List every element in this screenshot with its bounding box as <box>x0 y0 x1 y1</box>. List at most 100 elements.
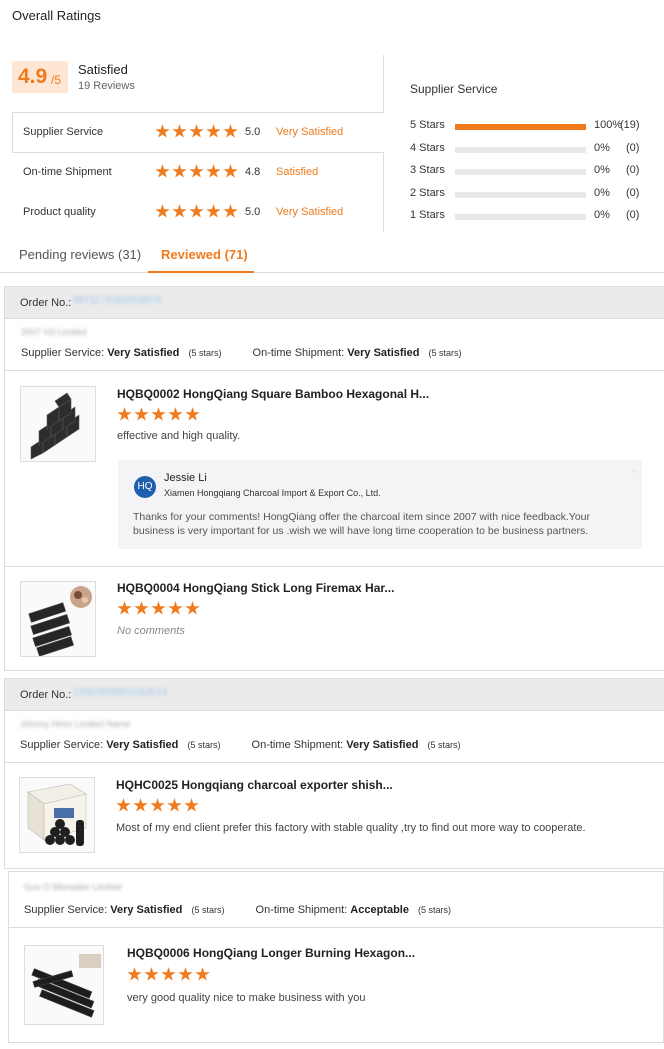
overall-score: 4.9 <box>18 65 48 88</box>
star-icon <box>133 798 148 812</box>
order-service-summary: Supplier Service: Very Satisfied (5 star… <box>24 904 451 916</box>
star-icon <box>185 407 200 421</box>
product-name[interactable]: HQBQ0006 HongQiang Longer Burning Hexago… <box>127 946 415 960</box>
star-bar-label: 2 Stars <box>410 187 445 199</box>
rating-text: Satisfied <box>276 166 319 178</box>
star-icon <box>161 967 176 981</box>
star-icon <box>117 407 132 421</box>
order-no-link[interactable]: 1356280995118JK14 <box>73 687 167 698</box>
star-bar-label: 3 Stars <box>410 164 445 176</box>
rating-value: 4.8 <box>245 166 261 178</box>
shipment-value: Acceptable <box>350 904 409 916</box>
product-name[interactable]: HQHC0025 Hongqiang charcoal exporter shi… <box>116 778 393 792</box>
rating-text: Very Satisfied <box>276 206 344 218</box>
star-icon <box>185 601 200 615</box>
star-bar-row: 3 Stars 0% (0) <box>410 164 660 182</box>
product-thumbnail[interactable] <box>24 945 104 1025</box>
overall-label: Satisfied <box>78 62 128 77</box>
review-comment: No comments <box>117 625 185 637</box>
reply-text: Thanks for your comments! HongQiang offe… <box>133 511 590 537</box>
supplier-service-stars: (5 stars) <box>187 740 221 750</box>
star-bar-fill <box>455 124 586 130</box>
product-name[interactable]: HQBQ0002 HongQiang Square Bamboo Hexagon… <box>117 387 429 401</box>
overall-score-suffix: /5 <box>51 73 62 87</box>
supplier-service-value: Very Satisfied <box>106 739 179 751</box>
divider <box>5 370 664 371</box>
star-bar-count: (0) <box>626 142 640 154</box>
rating-text: Very Satisfied <box>276 126 344 138</box>
star-bar-track <box>455 192 586 198</box>
supplier-service-label: Supplier Service: <box>21 347 105 359</box>
rating-stars <box>155 164 238 179</box>
order-header: Order No.: 1356280995118JK14 <box>5 679 664 711</box>
tab-reviewed[interactable]: Reviewed (71) <box>161 247 248 262</box>
supplier-reply: ◦ HQ Jessie Li Xiamen Hongqiang Charcoal… <box>118 460 642 549</box>
rating-row-on-time-shipment: On-time Shipment 4.8 Satisfied <box>12 152 384 192</box>
tab-pending-reviews[interactable]: Pending reviews (31) <box>19 247 141 262</box>
active-tab-indicator <box>148 271 254 273</box>
star-icon <box>223 164 238 178</box>
product-stars <box>127 967 210 982</box>
star-icon <box>184 798 199 812</box>
product-thumbnail[interactable] <box>19 777 95 853</box>
supplier-service-label: Supplier Service: <box>24 904 108 916</box>
rating-stars <box>155 124 238 139</box>
star-bar-track <box>455 169 586 175</box>
page-title: Overall Ratings <box>12 8 101 23</box>
star-icon <box>127 967 142 981</box>
shipment-stars: (5 stars) <box>418 905 452 915</box>
product-thumbnail[interactable] <box>20 386 96 462</box>
star-bar-percent: 0% <box>594 164 610 176</box>
star-icon <box>155 124 170 138</box>
supplier-service-value: Very Satisfied <box>107 347 180 359</box>
divider <box>5 762 664 763</box>
star-bar-count: (0) <box>626 164 640 176</box>
star-icon <box>206 164 221 178</box>
star-icon <box>172 204 187 218</box>
rating-row-supplier-service: Supplier Service 5.0 Very Satisfied <box>12 112 384 152</box>
star-icon <box>155 204 170 218</box>
review-tabs: Pending reviews (31) Reviewed (71) <box>0 240 664 273</box>
buyer-name: 2007 H3 Limited <box>21 327 87 337</box>
divider <box>383 55 384 113</box>
buyer-name: Gus O Merwater Limited <box>24 882 122 892</box>
shipment-label: On-time Shipment: <box>251 739 344 751</box>
order-no-link[interactable]: 9871173181918879 <box>73 295 161 306</box>
shipment-stars: (5 stars) <box>427 740 461 750</box>
star-bar-row: 5 Stars 100% (19) <box>410 119 660 137</box>
star-icon <box>151 407 166 421</box>
star-bar-track <box>455 124 586 130</box>
star-icon <box>134 407 149 421</box>
star-icon <box>168 601 183 615</box>
star-bar-label: 1 Stars <box>410 209 445 221</box>
star-bar-count: (19) <box>620 119 640 131</box>
reply-author: Jessie Li <box>164 472 207 484</box>
star-bar-row: 1 Stars 0% (0) <box>410 209 660 227</box>
order-card: Order No.: 9871173181918879 2007 H3 Limi… <box>4 286 664 671</box>
star-icon <box>144 967 159 981</box>
star-icon <box>195 967 210 981</box>
rating-stars <box>155 204 238 219</box>
shipment-stars: (5 stars) <box>428 348 462 358</box>
star-icon <box>223 204 238 218</box>
shipment-value: Very Satisfied <box>347 347 420 359</box>
supplier-service-stars: (5 stars) <box>191 905 225 915</box>
supplier-service-stars: (5 stars) <box>188 348 222 358</box>
star-bar-count: (0) <box>626 209 640 221</box>
star-bar-label: 5 Stars <box>410 119 445 131</box>
rating-row-product-quality: Product quality 5.0 Very Satisfied <box>12 192 384 232</box>
overall-score-badge: 4.9 /5 <box>12 61 68 93</box>
shipment-label: On-time Shipment: <box>252 347 345 359</box>
product-thumbnail[interactable] <box>20 581 96 657</box>
buyer-name: Johnny Hires Limited Name <box>20 719 131 729</box>
reply-corner-mark: ◦ <box>632 466 636 476</box>
rating-name: On-time Shipment <box>23 166 112 178</box>
divider <box>9 927 663 928</box>
shipment-value: Very Satisfied <box>346 739 419 751</box>
product-name[interactable]: HQBQ0004 HongQiang Stick Long Firemax Ha… <box>117 581 394 595</box>
review-comment: effective and high quality. <box>117 430 241 442</box>
star-icon <box>155 164 170 178</box>
star-icon <box>189 204 204 218</box>
review-comment: Most of my end client prefer this factor… <box>116 822 586 834</box>
rating-name: Supplier Service <box>23 126 104 138</box>
